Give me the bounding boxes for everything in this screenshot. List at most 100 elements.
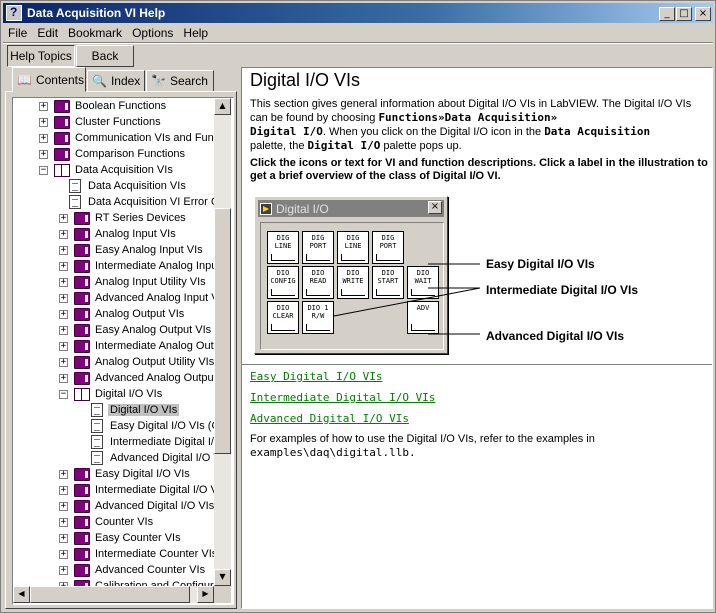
- maximize-button[interactable]: □: [676, 7, 692, 21]
- tree-item[interactable]: + Advanced Counter VIs: [59, 562, 207, 578]
- tree-item[interactable]: + Boolean Functions: [39, 98, 168, 114]
- menu-bar: File Edit Bookmark Options Help: [3, 24, 713, 42]
- menu-help[interactable]: Help: [178, 26, 213, 40]
- expand-icon[interactable]: +: [39, 117, 48, 127]
- menu-bookmark[interactable]: Bookmark: [63, 26, 127, 40]
- tree-item[interactable]: + Advanced Analog Output VIs: [59, 370, 214, 386]
- expand-icon[interactable]: +: [59, 229, 68, 239]
- expand-icon[interactable]: +: [59, 309, 68, 319]
- hscroll-thumb[interactable]: [30, 586, 190, 603]
- scroll-left-icon[interactable]: ◀: [13, 586, 30, 603]
- expand-icon[interactable]: +: [59, 565, 68, 575]
- binoculars-icon: 🔭: [151, 74, 166, 88]
- expand-icon[interactable]: +: [59, 341, 68, 351]
- tree-item-label: Analog Output VIs: [95, 308, 185, 320]
- tree-item[interactable]: − Digital I/O VIs: [59, 386, 164, 402]
- tree-item[interactable]: + Advanced Analog Input VIs: [59, 290, 214, 306]
- title-bar[interactable]: Data Acquisition VI Help _ □ ×: [3, 3, 713, 23]
- tree-item[interactable]: + Analog Output VIs: [59, 306, 186, 322]
- back-button[interactable]: Back: [76, 45, 134, 67]
- tree-item[interactable]: Data Acquisition VI Error Codes: [67, 194, 214, 210]
- tree-item-label: Advanced Digital I/O VIs: [95, 500, 214, 512]
- expand-icon[interactable]: +: [59, 277, 68, 287]
- menu-edit[interactable]: Edit: [32, 26, 63, 40]
- tree-item[interactable]: + Comparison Functions: [39, 146, 187, 162]
- closed-book-icon: [54, 131, 70, 145]
- closed-book-icon: [74, 323, 90, 337]
- close-button[interactable]: ×: [695, 7, 711, 21]
- tree-item[interactable]: + Easy Analog Input VIs: [59, 242, 205, 258]
- expand-icon[interactable]: +: [59, 469, 68, 479]
- scroll-thumb[interactable]: [214, 208, 231, 454]
- expand-icon[interactable]: +: [59, 213, 68, 223]
- help-topics-button[interactable]: Help Topics: [7, 45, 75, 67]
- tree-item-label: Intermediate Analog Input VIs: [95, 260, 214, 272]
- expand-icon[interactable]: +: [59, 293, 68, 303]
- tree-item[interactable]: +Calibration and Configuration VIs: [59, 578, 214, 586]
- tree-item[interactable]: + Counter VIs: [59, 514, 155, 530]
- expand-icon[interactable]: +: [59, 373, 68, 383]
- navigation-pane: 📖 Contents 🔍 Index 🔭 Search + Boolean Fun…: [5, 67, 237, 609]
- tree-item[interactable]: + Intermediate Analog Output VIs: [59, 338, 214, 354]
- expand-icon[interactable]: +: [59, 485, 68, 495]
- tree-item[interactable]: − Data Acquisition VIs: [39, 162, 175, 178]
- expand-icon[interactable]: +: [59, 549, 68, 559]
- advanced-digital-io-callout[interactable]: Advanced Digital I/O VIs: [486, 329, 624, 343]
- tree-item[interactable]: + Analog Output Utility VIs: [59, 354, 214, 370]
- tab-contents[interactable]: 📖 Contents: [12, 67, 86, 92]
- expand-icon[interactable]: +: [59, 501, 68, 511]
- easy-digital-io-callout[interactable]: Easy Digital I/O VIs: [486, 257, 595, 271]
- collapse-icon[interactable]: −: [39, 165, 48, 175]
- scroll-down-icon[interactable]: ▼: [214, 569, 231, 586]
- tree-item[interactable]: + Intermediate Digital I/O VIs: [59, 482, 214, 498]
- expand-icon[interactable]: +: [59, 533, 68, 543]
- vertical-scrollbar[interactable]: ▲ ▼: [214, 98, 231, 586]
- window-title: Data Acquisition VI Help: [27, 6, 166, 20]
- tree-item[interactable]: Easy Digital I/O VIs (Class): [89, 418, 214, 434]
- tree-item[interactable]: + Intermediate Analog Input VIs: [59, 258, 214, 274]
- closed-book-icon: [74, 563, 90, 577]
- horizontal-scrollbar[interactable]: ◀ ▶: [13, 586, 214, 603]
- tree-item[interactable]: + Analog Input Utility VIs: [59, 274, 208, 290]
- contents-tab-body: + Boolean Functions + Cluster Functions + Com…: [5, 91, 237, 609]
- tree-item[interactable]: Advanced Digital I/O VIs (Class): [89, 450, 214, 466]
- tree-item[interactable]: + Intermediate Counter VIs: [59, 546, 214, 562]
- menu-file[interactable]: File: [3, 26, 32, 40]
- tree-item-label: Digital I/O VIs: [108, 404, 180, 416]
- closed-book-icon: [74, 483, 90, 497]
- expand-icon[interactable]: +: [39, 101, 48, 111]
- expand-icon[interactable]: +: [59, 325, 68, 335]
- expand-icon[interactable]: +: [59, 517, 68, 527]
- tree-item[interactable]: + RT Series Devices: [59, 210, 188, 226]
- tree-item[interactable]: + Analog Input VIs: [59, 226, 178, 242]
- collapse-icon[interactable]: −: [59, 389, 68, 399]
- tree-item[interactable]: Intermediate Digital I/O VIs (Class): [89, 434, 214, 450]
- intermediate-digital-io-link[interactable]: Intermediate Digital I/O VIs: [250, 391, 435, 404]
- closed-book-icon: [74, 531, 90, 545]
- topic-content-pane: Digital I/O VIs This section gives gener…: [241, 67, 713, 609]
- scroll-right-icon[interactable]: ▶: [197, 586, 214, 603]
- tree-item[interactable]: + Easy Analog Output VIs: [59, 322, 213, 338]
- tree-item[interactable]: + Communication VIs and Functions: [39, 130, 214, 146]
- tree-item[interactable]: Data Acquisition VIs: [67, 178, 188, 194]
- topic-page-icon: [69, 179, 81, 193]
- tab-search[interactable]: 🔭 Search: [146, 70, 214, 92]
- tree-item[interactable]: + Cluster Functions: [39, 114, 163, 130]
- scroll-up-icon[interactable]: ▲: [214, 98, 231, 115]
- minimize-button[interactable]: _: [659, 7, 675, 21]
- tree-item[interactable]: Digital I/O VIs: [89, 402, 180, 418]
- tab-index[interactable]: 🔍 Index: [87, 70, 145, 92]
- expand-icon[interactable]: +: [39, 133, 48, 143]
- tree-item[interactable]: + Easy Digital I/O VIs: [59, 466, 192, 482]
- menu-options[interactable]: Options: [127, 26, 178, 40]
- tree-item[interactable]: + Easy Counter VIs: [59, 530, 183, 546]
- expand-icon[interactable]: +: [59, 245, 68, 255]
- expand-icon[interactable]: +: [59, 357, 68, 367]
- easy-digital-io-link[interactable]: Easy Digital I/O VIs: [250, 370, 382, 383]
- advanced-digital-io-link[interactable]: Advanced Digital I/O VIs: [250, 412, 409, 425]
- expand-icon[interactable]: +: [59, 261, 68, 271]
- tree-item[interactable]: + Advanced Digital I/O VIs: [59, 498, 214, 514]
- expand-icon[interactable]: +: [39, 149, 48, 159]
- intermediate-digital-io-callout[interactable]: Intermediate Digital I/O VIs: [486, 283, 638, 297]
- tree-item-label: Advanced Counter VIs: [95, 564, 206, 576]
